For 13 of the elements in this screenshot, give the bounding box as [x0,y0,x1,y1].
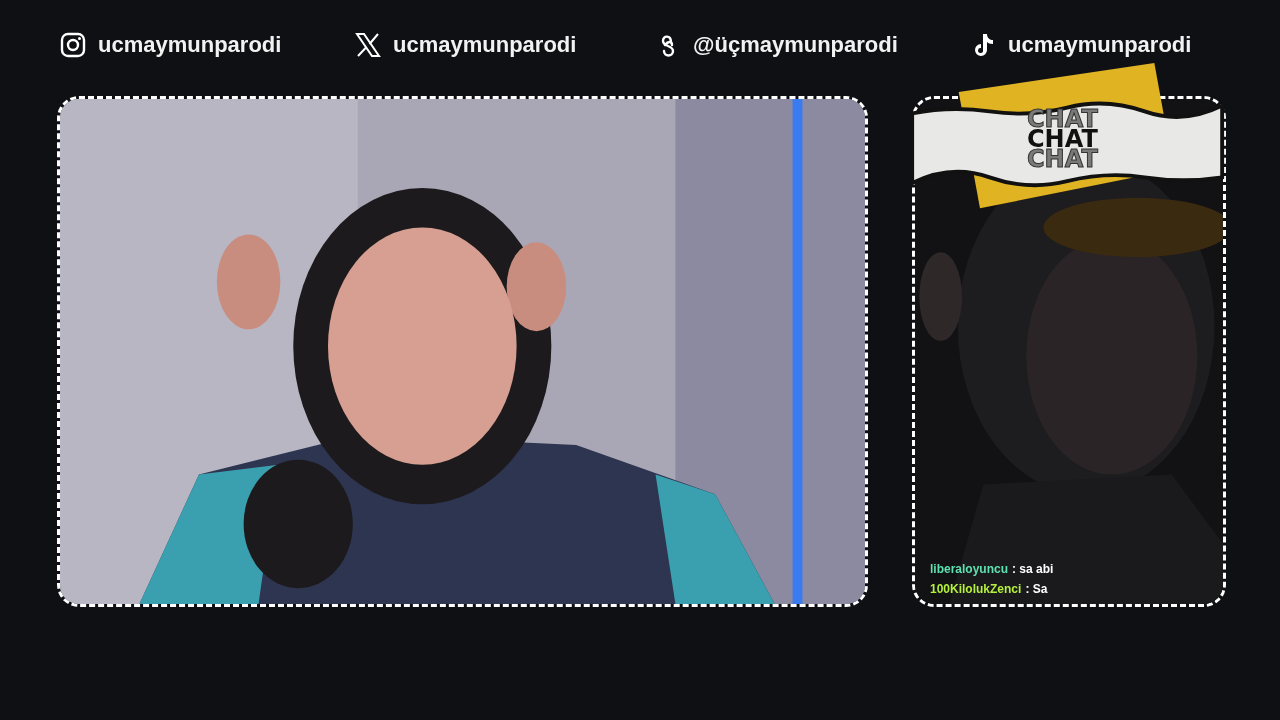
camera-icon [60,32,86,58]
social-handle: ucmaymunparodi [98,32,282,58]
chat-username: 100KilolukZenci [930,582,1022,596]
chat-message: : sa abi [1012,562,1054,576]
cross-icon [355,32,381,58]
chat-message: : Sa [1025,582,1048,596]
social-handle: ucmaymunparodi [1008,32,1192,58]
chat-title: CHAT [1027,129,1098,149]
social-handle: @üçmaymunparodi [693,32,898,58]
social-handle: ucmaymunparodi [393,32,577,58]
chat-title: CHAT [1027,149,1098,169]
chat-username: liberaloyuncu [930,562,1009,576]
chat-title: CHAT [1027,109,1098,129]
